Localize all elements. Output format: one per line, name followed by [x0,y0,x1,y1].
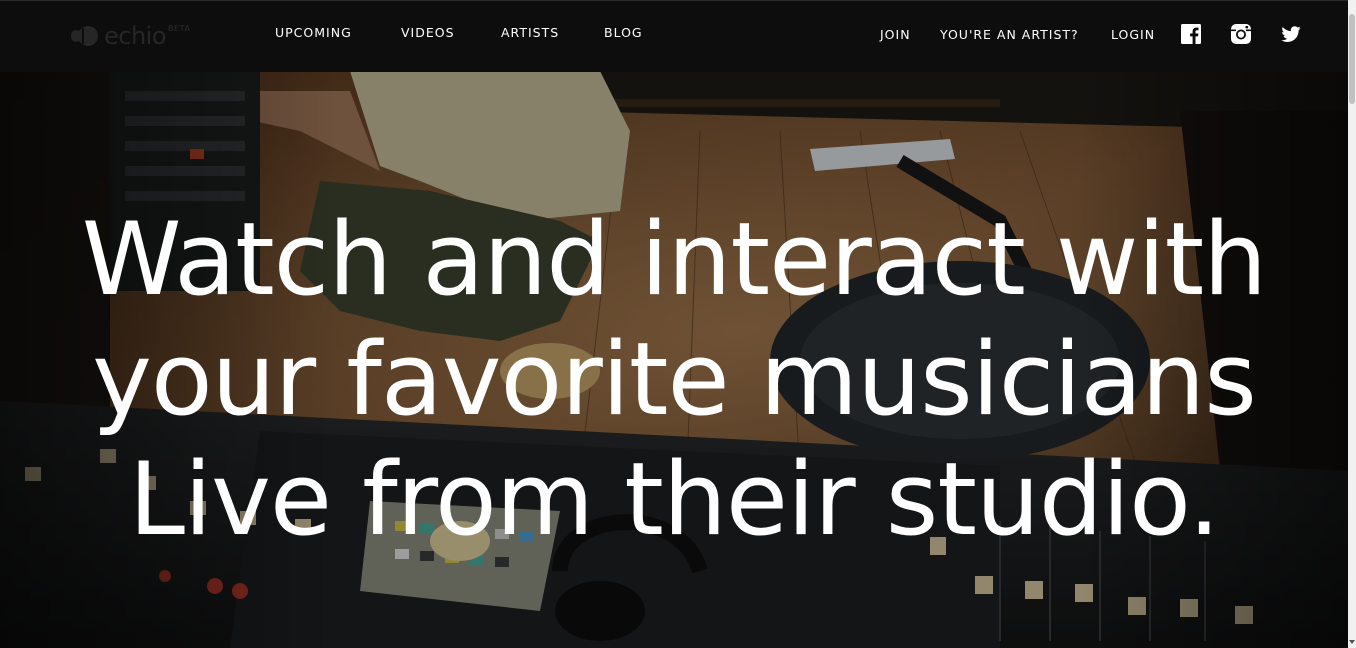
beta-badge: BETA [168,24,191,33]
hero-headline: Watch and interact with your favorite mu… [0,199,1348,559]
join-link[interactable]: JOIN [880,27,911,42]
scrollbar-thumb[interactable] [1349,14,1355,104]
hero-line-2: your favorite musicians [92,320,1257,438]
nav-item-videos[interactable]: VIDEOS [401,25,455,40]
echio-logo-icon [71,26,98,46]
instagram-icon[interactable] [1230,23,1252,45]
twitter-icon[interactable] [1280,23,1302,45]
facebook-icon[interactable] [1180,23,1202,45]
scroll-down-arrow-icon[interactable] [1349,640,1355,644]
nav-item-artists[interactable]: ARTISTS [501,25,559,40]
page-scrollbar[interactable] [1348,0,1356,648]
nav-item-blog[interactable]: BLOG [604,25,643,40]
artist-signup-link[interactable]: YOU'RE AN ARTIST? [940,27,1079,42]
nav-item-upcoming[interactable]: UPCOMING [275,25,352,40]
brand-logo[interactable]: echio BETA [70,21,190,51]
hero-line-1: Watch and interact with [81,200,1267,318]
brand-name: echio [104,22,167,50]
hero-line-3: Live from their studio. [128,440,1220,558]
hero-section: Watch and interact with your favorite mu… [0,71,1348,648]
page: echio BETA UPCOMING VIDEOS ARTISTS BLOG … [0,0,1356,648]
top-nav: echio BETA UPCOMING VIDEOS ARTISTS BLOG … [0,0,1348,72]
login-link[interactable]: LOGIN [1111,27,1155,42]
